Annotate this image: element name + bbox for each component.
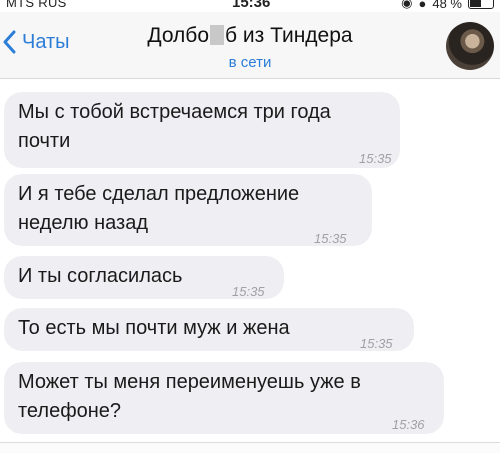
status-right: ◉ ● 48 %: [401, 0, 494, 11]
input-bar-edge: [0, 442, 500, 453]
message-bubble[interactable]: Мы с тобой встречаемся три года почти 15…: [4, 92, 400, 168]
status-time: 15:36: [232, 0, 271, 11]
chat-header: Чаты Долбо б из Тиндера в сети: [0, 12, 500, 79]
carrier-label: MTS RUS: [6, 0, 67, 10]
message-text: Может ты меня переименуешь уже в телефон…: [18, 371, 361, 422]
online-status: в сети: [228, 54, 272, 71]
battery-icon: [468, 0, 494, 9]
message-text: То есть мы почти муж и жена: [18, 317, 290, 339]
message-text: Мы с тобой встречаемся три года почти: [18, 101, 331, 152]
alarm-icon: ◉: [401, 0, 413, 10]
moon-icon: ●: [418, 0, 427, 11]
message-text: И я тебе сделал предложение неделю назад: [18, 183, 300, 234]
message-bubble[interactable]: И ты согласилась 15:35: [4, 256, 284, 299]
message-time: 15:35: [360, 336, 393, 351]
censor-block: [210, 25, 225, 45]
message-time: 15:36: [392, 417, 425, 432]
battery-percent: 48 %: [432, 0, 462, 11]
message-time: 15:35: [232, 284, 265, 299]
message-list: Мы с тобой встречаемся три года почти 15…: [0, 79, 500, 452]
chat-title[interactable]: Долбо б из Тиндера: [0, 24, 500, 48]
chat-title-start: Долбо: [147, 24, 210, 47]
chat-title-end: б из Тиндера: [225, 24, 353, 47]
message-bubble[interactable]: То есть мы почти муж и жена 15:35: [4, 308, 414, 351]
status-bar: MTS RUS 15:36 ◉ ● 48 %: [0, 0, 500, 12]
avatar[interactable]: [446, 22, 494, 70]
message-bubble[interactable]: Может ты меня переименуешь уже в телефон…: [4, 362, 444, 434]
message-time: 15:35: [359, 151, 392, 166]
message-time: 15:35: [314, 231, 347, 246]
message-bubble[interactable]: И я тебе сделал предложение неделю назад…: [4, 174, 372, 246]
